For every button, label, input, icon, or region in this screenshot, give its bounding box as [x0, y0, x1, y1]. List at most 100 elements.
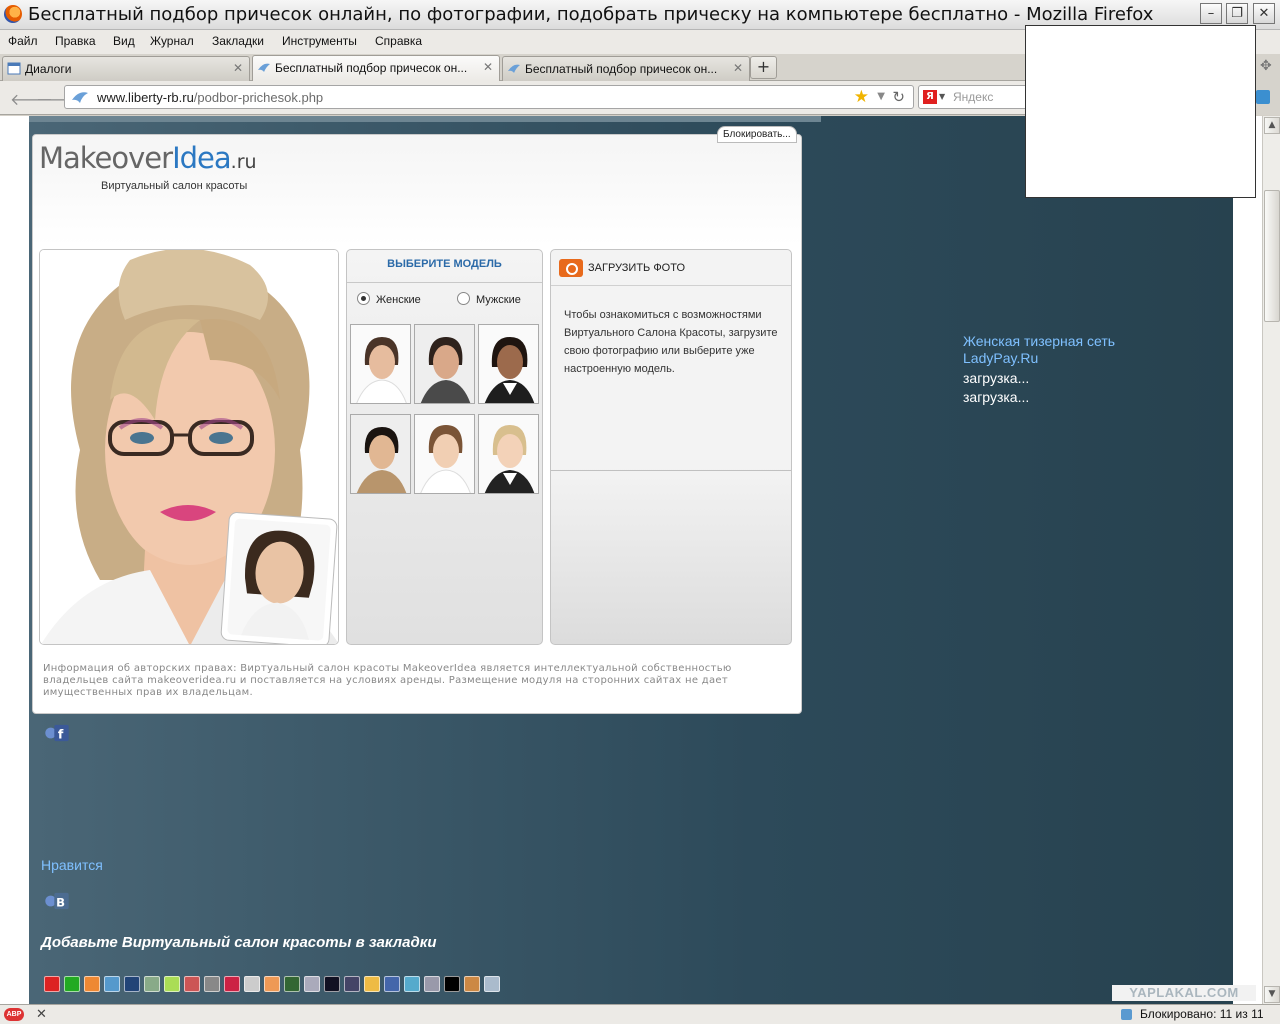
block-button[interactable]: Блокировать...	[717, 126, 797, 143]
bookmark-icon-3[interactable]	[84, 976, 100, 992]
vertical-scrollbar[interactable]: ▲ ▼	[1262, 116, 1280, 1004]
bookmark-icon-15[interactable]	[324, 976, 340, 992]
bookmark-icon-5[interactable]	[124, 976, 140, 992]
radio-unchecked-icon[interactable]	[457, 292, 470, 305]
menu-bookmarks[interactable]: Закладки	[212, 34, 264, 48]
adblock-icon[interactable]: ABP	[4, 1008, 24, 1021]
upload-description: Чтобы ознакомиться с возможностями Вирту…	[564, 309, 778, 375]
tab-close-icon[interactable]: ✕	[233, 61, 243, 75]
loading-text-2: загрузка...	[963, 389, 1030, 405]
tagline: Виртуальный салон красоты	[101, 180, 248, 192]
tab-hairstyle-active[interactable]: Бесплатный подбор причесок он... ✕	[252, 55, 500, 81]
scroll-up-icon[interactable]: ▲	[1264, 117, 1280, 134]
model-photo	[40, 250, 338, 644]
search-placeholder[interactable]: Яндекс	[953, 90, 993, 104]
page-icon	[7, 62, 21, 75]
makeoveridea-logo[interactable]: MakeoverIdea.ru	[39, 141, 257, 175]
camera-icon[interactable]	[559, 259, 583, 277]
tab-dialogs[interactable]: Диалоги ✕	[2, 56, 250, 81]
window-title: Бесплатный подбор причесок онлайн, по фо…	[28, 4, 1154, 25]
bookmark-icon-17[interactable]	[364, 976, 380, 992]
bookmark-icon-23[interactable]	[484, 976, 500, 992]
engine-dropdown-icon[interactable]: ▼	[939, 92, 945, 101]
close-button[interactable]: ✕	[1253, 3, 1275, 24]
menu-tools[interactable]: Инструменты	[282, 34, 357, 48]
menu-file[interactable]: Файл	[8, 34, 38, 48]
bookmark-icon-8[interactable]	[184, 976, 200, 992]
reload-icon[interactable]: ↻	[892, 88, 905, 106]
bookmark-icon-9[interactable]	[204, 976, 220, 992]
loading-text-1: загрузка...	[963, 370, 1030, 386]
search-bar[interactable]: Я ▼ Яндекс	[918, 85, 1028, 109]
radio-female[interactable]: Женские	[357, 292, 421, 306]
bookmark-icon-18[interactable]	[384, 976, 400, 992]
bookmark-icon-4[interactable]	[104, 976, 120, 992]
firefox-icon[interactable]	[4, 5, 22, 23]
blank-popup	[1025, 25, 1256, 198]
tab-label: Бесплатный подбор причесок он...	[525, 62, 718, 76]
vkontakte-share-icon[interactable]: B	[43, 892, 71, 910]
bookmark-star-icon[interactable]: ★	[854, 87, 869, 107]
blocked-script-icon[interactable]	[1120, 1008, 1133, 1021]
url-text[interactable]: www.liberty-rb.ru/podbor-prichesok.php	[97, 90, 323, 105]
bird-icon	[258, 63, 270, 72]
address-bar[interactable]: www.liberty-rb.ru/podbor-prichesok.php ★…	[64, 85, 914, 109]
new-tab-button[interactable]: +	[750, 56, 777, 79]
move-icon[interactable]: ✥	[1260, 58, 1272, 74]
tab-hairstyle-2[interactable]: Бесплатный подбор причесок он... ✕	[502, 56, 750, 81]
svg-text:B: B	[56, 895, 65, 909]
radio-checked-icon[interactable]	[357, 292, 370, 305]
tab-close-icon[interactable]: ✕	[733, 61, 743, 75]
menu-view[interactable]: Вид	[113, 34, 135, 48]
model-thumbnail-5[interactable]	[414, 414, 475, 494]
blocked-count[interactable]: Блокировано: 11 из 11	[1140, 1007, 1264, 1021]
menu-help[interactable]: Справка	[375, 34, 422, 48]
bookmarks-heading: Добавьте Виртуальный салон красоты в зак…	[41, 934, 437, 951]
menu-history[interactable]: Журнал	[150, 34, 194, 48]
model-thumbnail-3[interactable]	[478, 324, 539, 404]
bookmark-icon-11[interactable]	[244, 976, 260, 992]
bookmark-icon-2[interactable]	[64, 976, 80, 992]
maximize-button[interactable]: ❐	[1226, 3, 1248, 24]
divider	[551, 470, 791, 471]
model-thumbnail-2[interactable]	[414, 324, 475, 404]
upload-photo-button[interactable]: ЗАГРУЗИТЬ ФОТО	[588, 262, 685, 274]
bookmark-icon-14[interactable]	[304, 976, 320, 992]
bookmark-icon-16[interactable]	[344, 976, 360, 992]
site-bird-icon	[72, 92, 88, 103]
bookmark-icon-10[interactable]	[224, 976, 240, 992]
tab-label: Бесплатный подбор причесок он...	[275, 61, 468, 75]
tab-close-icon[interactable]: ✕	[483, 60, 493, 74]
bookmark-icon-6[interactable]	[144, 976, 160, 992]
bookmark-icon-19[interactable]	[404, 976, 420, 992]
svg-text:f: f	[58, 726, 64, 741]
bookmark-icon-22[interactable]	[464, 976, 480, 992]
upload-photo-panel: ЗАГРУЗИТЬ ФОТО Чтобы ознакомиться с возм…	[550, 249, 792, 645]
bookmark-icon-7[interactable]	[164, 976, 180, 992]
addon-icon[interactable]	[1256, 90, 1270, 104]
scroll-thumb[interactable]	[1264, 190, 1280, 322]
menu-edit[interactable]: Правка	[55, 34, 96, 48]
radio-male[interactable]: Мужские	[457, 292, 521, 306]
minimize-button[interactable]: –	[1200, 3, 1222, 24]
scroll-down-icon[interactable]: ▼	[1264, 986, 1280, 1003]
status-close-icon[interactable]: ✕	[36, 1006, 47, 1022]
history-dropdown-icon[interactable]: ▼	[877, 91, 885, 102]
facebook-share-icon[interactable]: f	[43, 724, 71, 742]
model-thumbnail-1[interactable]	[350, 324, 411, 404]
yandex-icon[interactable]: Я	[923, 90, 937, 104]
bookmark-icon-21[interactable]	[444, 976, 460, 992]
choose-model-title: ВЫБЕРИТЕ МОДЕЛЬ	[387, 258, 502, 270]
like-link[interactable]: Нравится	[41, 857, 103, 873]
bookmark-icon-13[interactable]	[284, 976, 300, 992]
bookmark-icon-1[interactable]	[44, 976, 60, 992]
model-thumbnail-6[interactable]	[478, 414, 539, 494]
bookmark-icon-12[interactable]	[264, 976, 280, 992]
model-photo-panel	[39, 249, 339, 645]
divider	[551, 285, 791, 286]
page-content: MakeoverIdea.ru Виртуальный салон красот…	[0, 116, 1262, 1004]
widget-header: MakeoverIdea.ru Виртуальный салон красот…	[33, 135, 801, 245]
ladypay-ad-link[interactable]: Женская тизерная сеть LadyPay.Ru	[963, 333, 1115, 367]
bookmark-icon-20[interactable]	[424, 976, 440, 992]
model-thumbnail-4[interactable]	[350, 414, 411, 494]
